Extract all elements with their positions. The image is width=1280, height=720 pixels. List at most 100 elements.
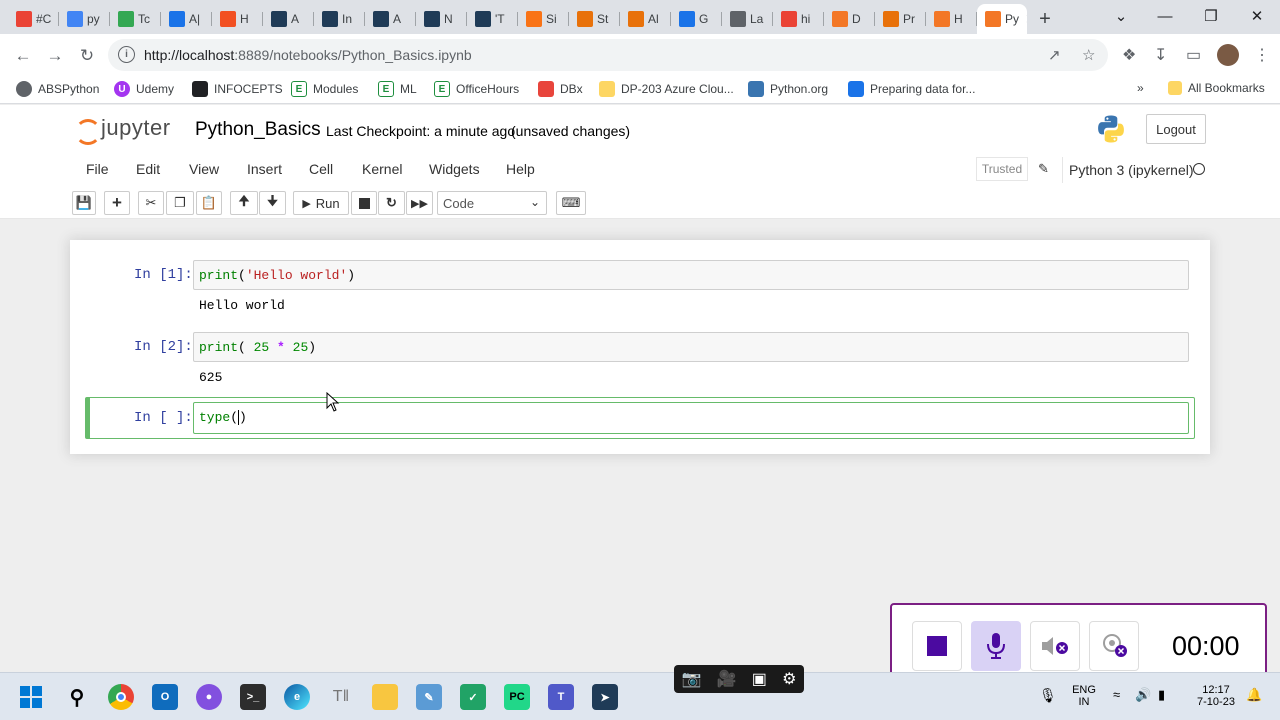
share-icon[interactable]: ↗ (1048, 46, 1061, 64)
code-cell-input[interactable]: type() (193, 402, 1189, 434)
all-bookmarks-button[interactable]: All Bookmarks (1168, 81, 1265, 95)
webcam-off-button[interactable] (1089, 621, 1139, 671)
menu-kebab-icon[interactable]: ⋮ (1254, 45, 1270, 65)
typora-icon[interactable]: T‖ (328, 684, 354, 710)
system-audio-muted-button[interactable] (1030, 621, 1080, 671)
menu-file[interactable]: File (86, 161, 109, 177)
stop-recording-button[interactable] (912, 621, 962, 671)
clock[interactable]: 12:17 7-10-23 (1192, 684, 1240, 708)
interrupt-icon[interactable] (351, 191, 377, 215)
browser-tab[interactable]: Al (620, 4, 671, 34)
paste-icon[interactable]: 📋 (196, 191, 222, 215)
bookmark-item[interactable]: Python.org (748, 81, 828, 97)
pycharm-icon[interactable]: PC (504, 684, 530, 710)
video-icon[interactable]: 🎥 (717, 669, 737, 689)
restart-run-all-icon[interactable]: ▶▶ (406, 191, 433, 215)
code-cell-input[interactable]: print( 25 * 25) (193, 332, 1189, 362)
microphone-tray-icon[interactable]: 🎙 (1039, 687, 1057, 704)
bookmark-item[interactable]: ABSPython (16, 81, 99, 97)
outlook-icon[interactable]: O (152, 684, 178, 710)
github-desktop-icon[interactable]: ● (196, 684, 222, 710)
browser-tab[interactable]: py (59, 4, 110, 34)
browser-tab[interactable]: La (722, 4, 773, 34)
restore-button[interactable]: ❐ (1188, 0, 1234, 32)
back-icon[interactable]: ← (10, 43, 36, 69)
bookmark-item[interactable]: DBx (538, 81, 583, 97)
edge-icon[interactable]: e (284, 684, 310, 710)
more-bookmarks-button[interactable]: » (1137, 81, 1144, 95)
kernel-name[interactable]: Python 3 (ipykernel) (1062, 157, 1194, 183)
close-tab-icon[interactable]: ✕ (1025, 11, 1027, 28)
snipping-tool-icon[interactable]: ✎ (416, 684, 442, 710)
notifications-icon[interactable]: 🔔 (1246, 687, 1262, 703)
menu-view[interactable]: View (189, 161, 219, 177)
menu-insert[interactable]: Insert (247, 161, 282, 177)
teams-icon[interactable]: T (548, 684, 574, 710)
reload-icon[interactable]: ↻ (74, 43, 100, 69)
keyboard-shortcuts-icon[interactable]: ⌨ (556, 191, 586, 215)
browser-tab[interactable]: A (365, 4, 416, 34)
logout-button[interactable]: Logout (1146, 114, 1206, 144)
language-indicator[interactable]: ENG IN (1070, 684, 1098, 708)
menu-cell[interactable]: Cell (309, 161, 333, 177)
bookmark-item[interactable]: Preparing data for... (848, 81, 975, 97)
browser-tab[interactable]: 'T (467, 4, 518, 34)
tab-search-icon[interactable]: ⌄ (1098, 0, 1144, 32)
bookmark-item[interactable]: INFOCEPTS (192, 81, 283, 97)
settings-gear-icon[interactable]: ⚙ (782, 669, 796, 689)
side-panel-icon[interactable]: ▭ (1186, 45, 1201, 65)
download-icon[interactable]: ↧ (1154, 45, 1167, 65)
cut-icon[interactable]: ✂ (138, 191, 164, 215)
trusted-indicator[interactable]: Trusted (976, 157, 1028, 181)
close-window-button[interactable]: ✕ (1234, 0, 1280, 32)
microphone-button[interactable] (971, 621, 1021, 671)
code-cell-input[interactable]: print('Hello world') (193, 260, 1189, 290)
search-icon[interactable]: ⚲ (64, 684, 90, 710)
new-tab-button[interactable]: + (1027, 4, 1063, 34)
camera-icon[interactable]: 📷 (682, 669, 702, 689)
browser-tab[interactable]: A| (161, 4, 212, 34)
browser-tab[interactable]: In (314, 4, 365, 34)
excel-icon[interactable]: ✓ (460, 684, 486, 710)
bookmark-item[interactable]: E ML (378, 81, 417, 97)
bookmark-item[interactable]: U Udemy (114, 81, 174, 97)
notebook-name[interactable]: Python_Basics (195, 119, 321, 141)
copy-icon[interactable]: ❐ (166, 191, 194, 215)
selected-code-cell[interactable]: In [ ]: type() (85, 397, 1195, 439)
file-explorer-icon[interactable] (372, 684, 398, 710)
browser-tab[interactable]: Si (518, 4, 569, 34)
save-icon[interactable]: 💾 (72, 191, 96, 215)
browser-tab[interactable]: H (212, 4, 263, 34)
menu-help[interactable]: Help (506, 161, 535, 177)
insert-cell-icon[interactable]: + (104, 191, 130, 215)
app-icon[interactable]: ➤ (592, 684, 618, 710)
run-button[interactable]: ▶ Run (293, 191, 349, 215)
profile-avatar[interactable] (1217, 44, 1239, 66)
bookmark-item[interactable]: DP-203 Azure Clou... (599, 81, 734, 97)
windows-start-icon[interactable] (18, 684, 44, 710)
browser-tab[interactable]: St (569, 4, 620, 34)
menu-kernel[interactable]: Kernel (362, 161, 402, 177)
tab-active[interactable]: Py ✕ (977, 4, 1027, 34)
chrome-icon[interactable] (108, 684, 134, 710)
browser-tab[interactable]: #C (8, 4, 59, 34)
site-info-icon[interactable]: i (118, 46, 135, 63)
bookmark-item[interactable]: E Modules (291, 81, 358, 97)
forward-icon[interactable]: → (42, 43, 68, 69)
browser-tab[interactable]: G (671, 4, 722, 34)
extensions-icon[interactable]: ❖ (1122, 45, 1136, 65)
jupyter-logo[interactable]: jupyter (75, 115, 171, 145)
window-icon[interactable]: ▣ (752, 669, 767, 689)
browser-tab[interactable]: Tc (110, 4, 161, 34)
url-input[interactable]: i http://localhost:8889/notebooks/Python… (108, 39, 1108, 71)
browser-tab[interactable]: H (926, 4, 977, 34)
menu-edit[interactable]: Edit (136, 161, 160, 177)
cell-type-select[interactable]: Code ⌄ (437, 191, 547, 215)
browser-tab[interactable]: A (263, 4, 314, 34)
menu-widgets[interactable]: Widgets (429, 161, 480, 177)
volume-icon[interactable]: 🔊 (1135, 687, 1151, 703)
browser-tab[interactable]: Pr (875, 4, 926, 34)
browser-tab[interactable]: hi (773, 4, 824, 34)
browser-tab[interactable]: D (824, 4, 875, 34)
battery-icon[interactable]: ▮ (1158, 687, 1165, 703)
